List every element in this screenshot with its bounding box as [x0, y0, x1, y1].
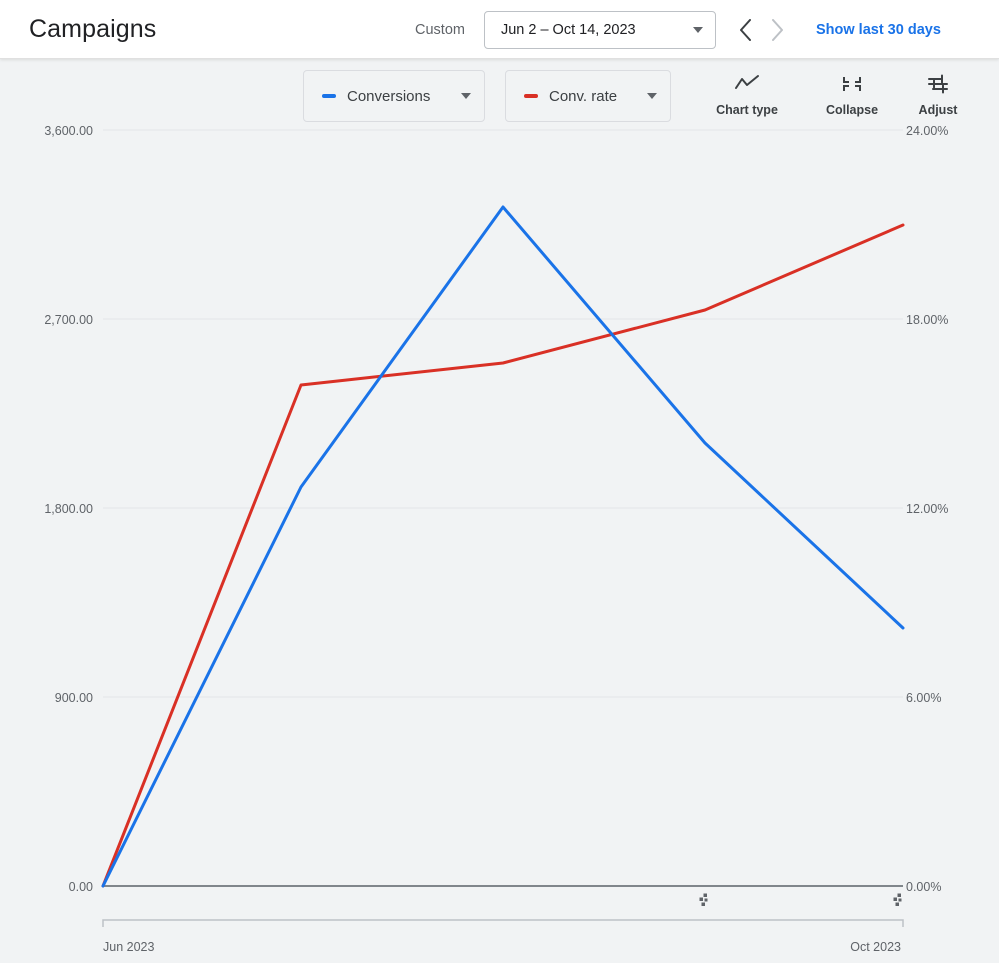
campaigns-chart-page: Campaigns Custom Jun 2 – Oct 14, 2023 Sh…: [0, 0, 999, 963]
show-last-30-days-link[interactable]: Show last 30 days: [816, 22, 941, 38]
collapse-icon: [841, 70, 863, 98]
chevron-right-icon: [772, 18, 784, 41]
left-axis-tick-label: 2,700.00: [44, 313, 93, 327]
date-range-select[interactable]: Jun 2 – Oct 14, 2023: [483, 10, 716, 49]
date-range-controls: Custom Jun 2 – Oct 14, 2023 Show last 30: [415, 0, 941, 59]
left-axis-tick-label: 900.00: [55, 691, 93, 705]
page-title: Campaigns: [29, 14, 157, 43]
right-axis-tick-label: 0.00%: [906, 880, 941, 894]
chart-container: 3,600.00 2,700.00 1,800.00 900.00 0.00 2…: [0, 59, 999, 963]
right-axis-tick-label: 6.00%: [906, 691, 941, 705]
chart-toolbar: Conversions Conv. rate Chart type Collap…: [0, 59, 999, 135]
chevron-down-icon: [647, 93, 657, 99]
collapse-label: Collapse: [825, 103, 879, 117]
series-line-conv-rate: [101, 223, 905, 888]
chevron-down-icon: [692, 26, 703, 33]
next-period-button[interactable]: [762, 14, 794, 46]
previous-period-button[interactable]: [730, 14, 762, 46]
page-header: Campaigns Custom Jun 2 – Oct 14, 2023 Sh…: [0, 0, 999, 59]
series-line-conversions: [101, 205, 905, 888]
date-range-slider[interactable]: [102, 893, 904, 928]
date-range-value: Jun 2 – Oct 14, 2023: [500, 21, 636, 38]
drag-handle-icon[interactable]: [699, 893, 708, 907]
adjust-label: Adjust: [918, 103, 958, 117]
metric-selector-conv-rate[interactable]: Conv. rate: [505, 70, 671, 122]
drag-handle-icon[interactable]: [893, 893, 902, 907]
metric-label: Conv. rate: [549, 87, 618, 105]
tune-sliders-icon: [926, 70, 950, 98]
right-axis-tick-label: 18.00%: [906, 313, 948, 327]
collapse-button[interactable]: Collapse: [810, 70, 894, 117]
series-color-swatch-icon: [322, 94, 336, 98]
metric-selector-conversions[interactable]: Conversions: [303, 70, 485, 122]
series-color-swatch-icon: [524, 94, 538, 98]
x-axis-end-label: Oct 2023: [850, 940, 901, 954]
left-axis-tick-label: 0.00: [69, 880, 93, 894]
date-nav-arrows: [730, 14, 794, 46]
right-axis-labels: 24.00% 18.00% 12.00% 6.00% 0.00%: [906, 124, 948, 894]
left-axis-labels: 3,600.00 2,700.00 1,800.00 900.00 0.00: [44, 124, 93, 894]
adjust-button[interactable]: Adjust: [896, 70, 980, 117]
left-axis-tick-label: 1,800.00: [44, 502, 93, 516]
line-chart-icon: [734, 70, 760, 98]
chart-type-label: Chart type: [716, 103, 778, 117]
chart-svg: 3,600.00 2,700.00 1,800.00 900.00 0.00 2…: [44, 124, 948, 954]
metric-label: Conversions: [347, 87, 431, 105]
chevron-left-icon: [740, 18, 752, 41]
gridlines: [103, 129, 903, 698]
x-axis-start-label: Jun 2023: [103, 940, 154, 954]
right-axis-tick-label: 12.00%: [906, 502, 948, 516]
chevron-down-icon: [461, 93, 471, 99]
date-preset-label: Custom: [415, 21, 465, 38]
chart-type-button[interactable]: Chart type: [705, 70, 789, 117]
